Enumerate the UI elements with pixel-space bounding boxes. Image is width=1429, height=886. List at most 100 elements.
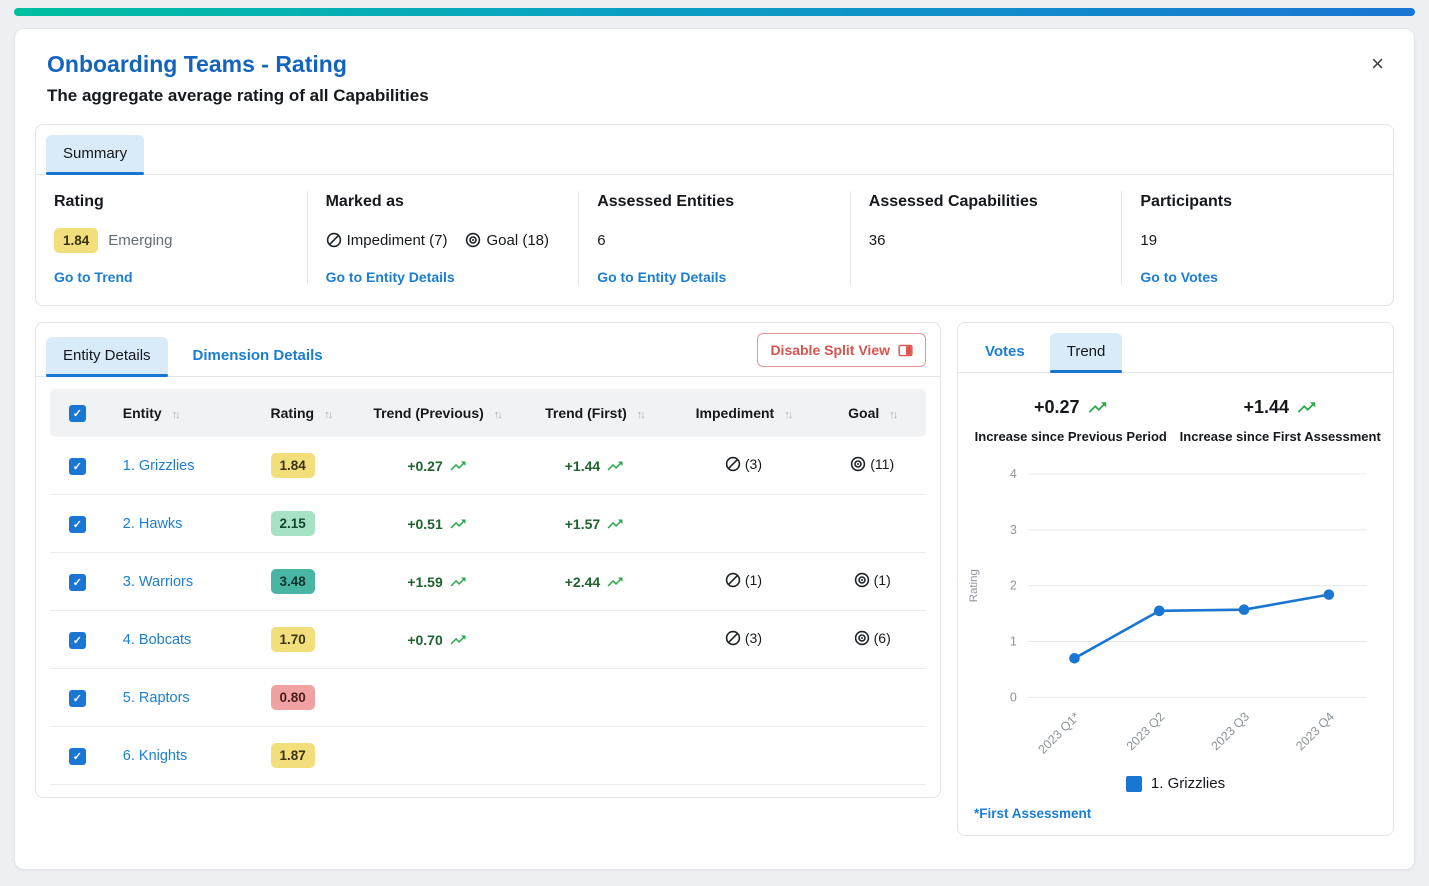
entity-link[interactable]: 4. Bobcats <box>123 632 192 648</box>
entity-details-tabs: Entity Details Dimension Details Disable… <box>36 323 940 377</box>
stat-participants: Participants 19 Go to Votes <box>1121 191 1393 285</box>
sort-icon[interactable] <box>784 409 791 421</box>
rating-badge: 1.87 <box>271 743 315 768</box>
goal-count: (11) <box>870 456 894 472</box>
entity-link[interactable]: 5. Raptors <box>123 690 190 706</box>
trend-previous-value: +0.27 <box>1034 397 1080 418</box>
sort-icon[interactable] <box>637 409 644 421</box>
trend-previous-cell <box>354 669 521 727</box>
row-checkbox[interactable] <box>69 516 86 533</box>
row-checkbox[interactable] <box>69 458 86 475</box>
trend-up-icon <box>449 457 467 475</box>
entity-link[interactable]: 2. Hawks <box>123 516 183 532</box>
trend-first-value: +2.44 <box>565 574 600 590</box>
disable-split-view-button[interactable]: Disable Split View <box>757 333 926 367</box>
entity-table: Entity Rating Trend (Previous) Trend (Fi… <box>50 389 926 785</box>
trend-panel: Votes Trend +0.27 Increase since Previou… <box>957 322 1394 836</box>
summary-tabs: Summary <box>36 125 1393 175</box>
impediment-cell <box>669 669 819 727</box>
trend-first-cell <box>520 611 668 669</box>
go-to-entity-details-link[interactable]: Go to Entity Details <box>326 269 455 285</box>
impediment-count: (3) <box>745 630 762 646</box>
trend-previous-cell <box>354 727 521 785</box>
tab-votes[interactable]: Votes <box>968 333 1042 372</box>
page-title: Onboarding Teams - Rating <box>47 51 1392 78</box>
stat-rating: Rating 1.84 Emerging Go to Trend <box>36 191 307 285</box>
impediment-icon <box>326 232 342 248</box>
dialog-header: Onboarding Teams - Rating The aggregate … <box>35 47 1394 106</box>
svg-text:0: 0 <box>1010 690 1017 704</box>
impediment-summary: Impediment (7) <box>326 232 448 249</box>
tab-trend[interactable]: Trend <box>1050 333 1123 372</box>
row-checkbox[interactable] <box>69 690 86 707</box>
column-header-trend-first: Trend (First) <box>545 405 627 421</box>
tab-summary[interactable]: Summary <box>46 135 144 174</box>
trend-stat-first: +1.44 Increase since First Assessment <box>1176 397 1386 444</box>
trend-up-icon <box>449 631 467 649</box>
split-view-icon <box>898 343 913 358</box>
impediment-icon <box>725 630 741 646</box>
stat-label: Marked as <box>326 193 404 211</box>
trend-previous-cell: +0.70 <box>354 611 521 669</box>
rating-badge: 3.48 <box>271 569 315 594</box>
impediment-icon <box>725 456 741 472</box>
tab-dimension-details[interactable]: Dimension Details <box>176 337 340 376</box>
go-to-entity-details-link[interactable]: Go to Entity Details <box>597 269 726 285</box>
goal-icon <box>465 232 481 248</box>
disable-split-view-label: Disable Split View <box>770 342 890 358</box>
legend-swatch <box>1126 776 1142 792</box>
trend-first-value: +1.44 <box>1243 397 1289 418</box>
rating-badge: 1.84 <box>271 453 315 478</box>
stat-label: Participants <box>1140 193 1232 211</box>
tab-entity-details[interactable]: Entity Details <box>46 337 168 376</box>
goal-count: (6) <box>874 630 891 646</box>
stat-label: Rating <box>54 193 104 211</box>
impediment-count: (1) <box>745 572 762 588</box>
trend-up-icon <box>606 573 624 591</box>
sort-icon[interactable] <box>889 409 896 421</box>
close-button[interactable]: × <box>1367 49 1388 79</box>
trend-previous-cell: +0.51 <box>354 495 521 553</box>
goal-icon <box>850 456 866 472</box>
entity-link[interactable]: 6. Knights <box>123 748 188 764</box>
impediment-summary-label: Impediment (7) <box>347 232 448 249</box>
trend-first-cell: +2.44 <box>520 553 668 611</box>
trend-stat-previous: +0.27 Increase since Previous Period <box>966 397 1176 444</box>
select-all-checkbox[interactable] <box>69 405 86 422</box>
entity-link[interactable]: 3. Warriors <box>123 574 193 590</box>
impediment-count: (3) <box>745 456 762 472</box>
table-header-row: Entity Rating Trend (Previous) Trend (Fi… <box>50 389 926 437</box>
stat-marked-as: Marked as Impediment (7) Goal (18) <box>307 191 579 285</box>
entity-link[interactable]: 1. Grizzlies <box>123 458 195 474</box>
close-icon: × <box>1371 51 1384 76</box>
row-checkbox[interactable] <box>69 574 86 591</box>
trend-previous-value: +0.51 <box>407 516 442 532</box>
row-checkbox[interactable] <box>69 632 86 649</box>
trend-first-cell <box>520 669 668 727</box>
trend-up-icon <box>1296 397 1317 418</box>
column-header-entity: Entity <box>123 405 162 421</box>
table-row: 5. Raptors 0.80 <box>50 669 926 727</box>
svg-text:2: 2 <box>1010 579 1017 593</box>
row-checkbox[interactable] <box>69 748 86 765</box>
goal-cell <box>818 727 926 785</box>
sort-icon[interactable] <box>324 409 331 421</box>
goal-count: (1) <box>874 572 891 588</box>
sort-icon[interactable] <box>172 409 179 421</box>
rating-badge: 2.15 <box>271 511 315 536</box>
svg-text:2023 Q4: 2023 Q4 <box>1293 710 1337 754</box>
trend-previous-cell: +0.27 <box>354 437 521 495</box>
goal-cell <box>818 495 926 553</box>
svg-text:3: 3 <box>1010 523 1017 537</box>
participants-value: 19 <box>1140 232 1157 249</box>
stat-label: Assessed Entities <box>597 193 734 211</box>
stat-assessed-entities: Assessed Entities 6 Go to Entity Details <box>578 191 850 285</box>
trend-chart-container: 01234Rating2023 Q1*2023 Q22023 Q32023 Q4 <box>958 450 1393 775</box>
svg-text:4: 4 <box>1010 467 1017 481</box>
trend-first-cell <box>520 727 668 785</box>
go-to-votes-link[interactable]: Go to Votes <box>1140 269 1218 285</box>
goal-icon <box>854 630 870 646</box>
entity-table-body: 1. Grizzlies 1.84 +0.27 +1.44 (3) (11) 2… <box>50 437 926 785</box>
sort-icon[interactable] <box>494 409 501 421</box>
go-to-trend-link[interactable]: Go to Trend <box>54 269 133 285</box>
